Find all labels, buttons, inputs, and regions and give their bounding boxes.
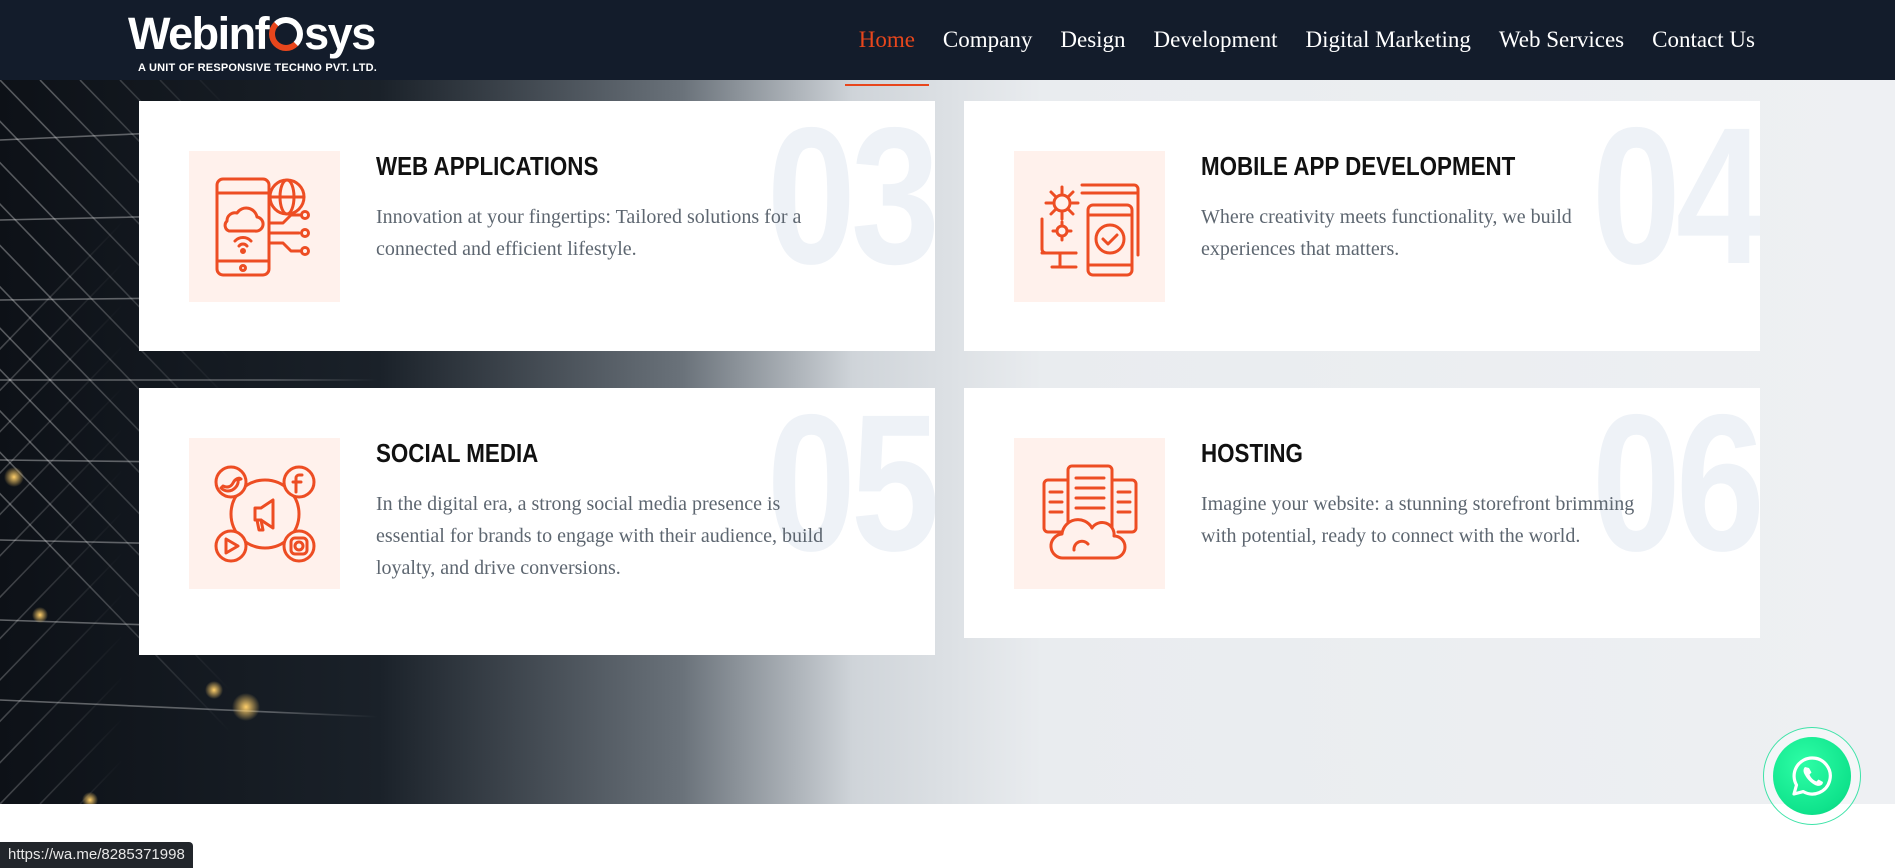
logo-tagline: A UNIT OF RESPONSIVE TECHNO PVT. LTD. xyxy=(138,62,378,74)
service-card-hosting[interactable]: 06 HOSTING Imagine your website: a stunn… xyxy=(964,388,1760,638)
service-card-web-applications[interactable]: 03 WEB APPLICATIONS Innovation at your f… xyxy=(139,101,935,351)
site-logo[interactable]: Webinf sys A UNIT OF RESPONSIVE TECHNO PV… xyxy=(128,8,378,74)
nav-digital-marketing[interactable]: Digital Marketing xyxy=(1305,27,1470,53)
nav-design[interactable]: Design xyxy=(1060,27,1125,53)
card-description: Innovation at your fingertips: Tailored … xyxy=(376,206,802,260)
card-description: Imagine your website: a stunning storefr… xyxy=(1201,493,1635,547)
card-title: MOBILE APP DEVELOPMENT xyxy=(1201,151,1516,181)
hosting-icon xyxy=(1014,438,1165,589)
logo-wordmark: Webinf sys xyxy=(128,8,376,59)
card-description: Where creativity meets functionality, we… xyxy=(1201,206,1572,260)
card-title: HOSTING xyxy=(1201,438,1303,468)
whatsapp-icon xyxy=(1792,756,1832,796)
nav-company[interactable]: Company xyxy=(943,27,1032,53)
nav-development[interactable]: Development xyxy=(1154,27,1278,53)
main-nav: Home Company Design Development Digital … xyxy=(831,0,1755,86)
logo-o-mark-icon xyxy=(269,17,304,51)
status-bar-url: https://wa.me/8285371998 xyxy=(0,842,193,868)
site-header: Webinf sys A UNIT OF RESPONSIVE TECHNO PV… xyxy=(0,0,1895,86)
card-title: SOCIAL MEDIA xyxy=(376,438,539,468)
card-title: WEB APPLICATIONS xyxy=(376,151,599,181)
whatsapp-button[interactable] xyxy=(1773,737,1851,815)
service-card-social-media[interactable]: 05 SOCIAL MEDIA In the digital era, a st… xyxy=(139,388,935,655)
web-app-icon xyxy=(189,151,340,302)
card-description: In the digital era, a strong social medi… xyxy=(376,493,824,579)
mobile-app-icon xyxy=(1014,151,1165,302)
social-media-icon xyxy=(189,438,340,589)
nav-contact-us[interactable]: Contact Us xyxy=(1652,27,1755,53)
nav-home[interactable]: Home xyxy=(844,27,930,86)
nav-web-services[interactable]: Web Services xyxy=(1499,27,1624,53)
service-card-mobile-app-development[interactable]: 04 MOBILE APP DEVELOPMENT Where creativi… xyxy=(964,101,1760,351)
